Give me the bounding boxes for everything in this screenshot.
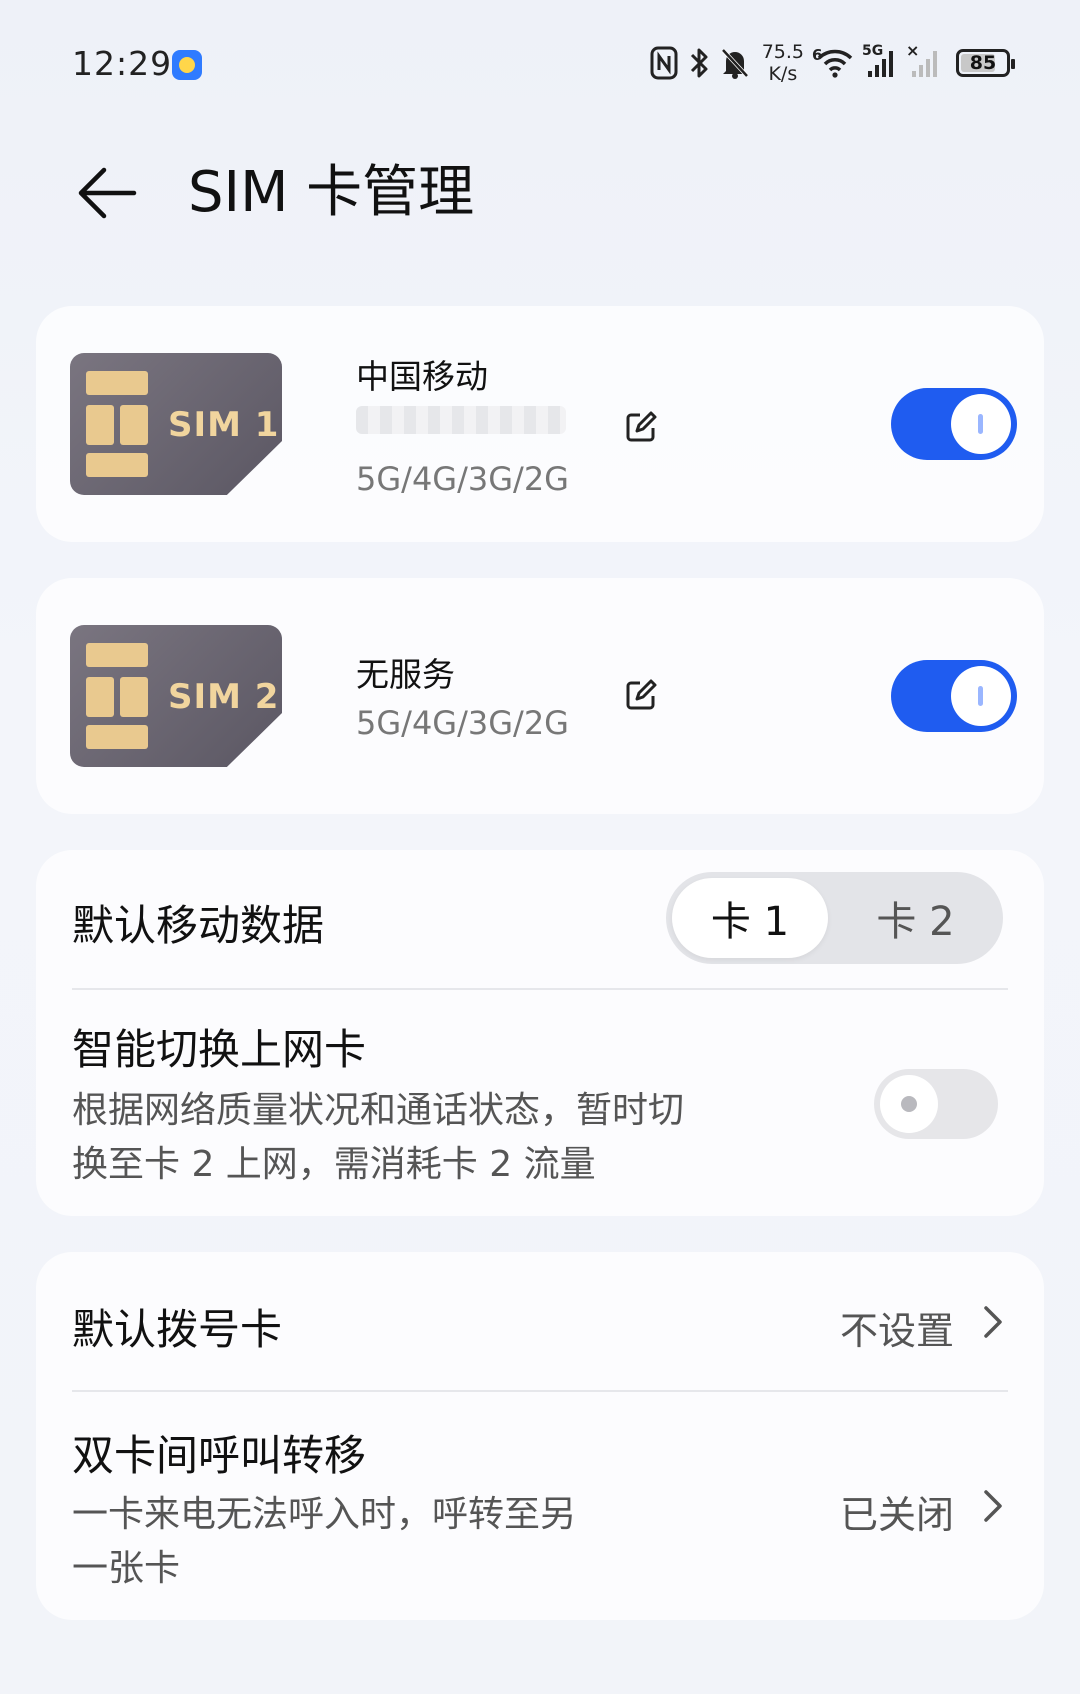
signal-sim1-icon: 5G	[862, 43, 898, 79]
call-forward-desc-1: 一卡来电无法呼入时，呼转至另	[72, 1494, 577, 1535]
smart-switch-title: 智能切换上网卡	[72, 1025, 367, 1074]
chip-mid-right	[120, 405, 148, 445]
chip-mid-left	[86, 677, 114, 717]
sim1-label: SIM 1	[168, 405, 280, 445]
default-data-selector[interactable]: 卡 1 卡 2	[666, 872, 1003, 964]
sim1-bands: 5G/4G/3G/2G	[356, 460, 569, 498]
wifi-badge: 6	[812, 46, 823, 64]
smart-switch-toggle[interactable]	[874, 1069, 998, 1139]
option-card1[interactable]: 卡 1	[672, 878, 828, 958]
sim1-carrier: 中国移动	[356, 357, 488, 396]
edit-icon	[626, 411, 657, 442]
smart-switch-desc-1: 根据网络质量状况和通话状态，暂时切	[72, 1090, 685, 1131]
sim1-graphic: SIM 1	[70, 353, 282, 495]
status-bar: 12:29 75.5 K/s 6 5G × 85	[0, 0, 1080, 130]
signal-sim2-icon: ×	[906, 41, 942, 79]
call-forward-title[interactable]: 双卡间呼叫转移	[72, 1422, 366, 1483]
chevron-right-icon	[984, 1490, 1002, 1522]
sim1-number-redacted	[356, 406, 566, 434]
call-forward-value[interactable]: 已关闭	[840, 1484, 954, 1539]
header: SIM 卡管理	[0, 140, 1080, 240]
net-speed-value: 75.5	[761, 41, 804, 63]
default-dial-title[interactable]: 默认拨号卡	[72, 1296, 282, 1357]
weather-icon	[172, 50, 202, 80]
chip-top	[86, 371, 148, 395]
chip-bottom	[86, 725, 148, 749]
back-button[interactable]	[72, 158, 142, 228]
sim2-row: SIM 2 无服务 5G/4G/3G/2G	[36, 578, 1044, 828]
battery-icon: 85	[956, 49, 1015, 77]
battery-level: 85	[969, 52, 997, 74]
sim1-row: SIM 1 中国移动 5G/4G/3G/2G	[36, 306, 1044, 556]
status-icons: 75.5 K/s 6 5G × 85	[650, 38, 1015, 88]
nfc-icon	[650, 46, 678, 80]
smart-switch-desc-2: 换至卡 2 上网，需消耗卡 2 流量	[72, 1144, 596, 1185]
sim2-edit-button[interactable]	[624, 678, 658, 712]
divider	[72, 988, 1008, 990]
default-dial-value[interactable]: 不设置	[840, 1300, 954, 1355]
signal-badge: 5G	[862, 43, 884, 59]
page-title: SIM 卡管理	[188, 160, 475, 225]
sim1-enable-toggle[interactable]	[891, 388, 1017, 460]
divider	[72, 1390, 1008, 1392]
chip-mid-left	[86, 405, 114, 445]
net-speed: 75.5 K/s	[762, 41, 804, 85]
edit-icon	[626, 679, 657, 710]
sim2-carrier: 无服务	[356, 655, 455, 694]
bluetooth-icon	[688, 46, 710, 80]
bell-off-icon	[720, 47, 750, 79]
chip-bottom	[86, 453, 148, 477]
option-card2[interactable]: 卡 2	[834, 878, 997, 958]
status-time: 12:29	[72, 44, 173, 83]
sim2-bands: 5G/4G/3G/2G	[356, 704, 569, 742]
sim2-graphic: SIM 2	[70, 625, 282, 767]
default-data-title: 默认移动数据	[72, 901, 325, 950]
sim2-label: SIM 2	[168, 677, 280, 717]
sim2-enable-toggle[interactable]	[891, 660, 1017, 732]
wifi-icon: 6	[812, 46, 854, 78]
sim1-edit-button[interactable]	[624, 410, 658, 444]
no-signal-x-icon: ×	[906, 41, 920, 60]
net-speed-unit: K/s	[768, 63, 798, 85]
chevron-right-icon	[984, 1306, 1002, 1338]
chip-mid-right	[120, 677, 148, 717]
back-arrow-icon	[78, 167, 137, 219]
call-forward-desc-2: 一张卡	[72, 1548, 181, 1589]
chip-top	[86, 643, 148, 667]
